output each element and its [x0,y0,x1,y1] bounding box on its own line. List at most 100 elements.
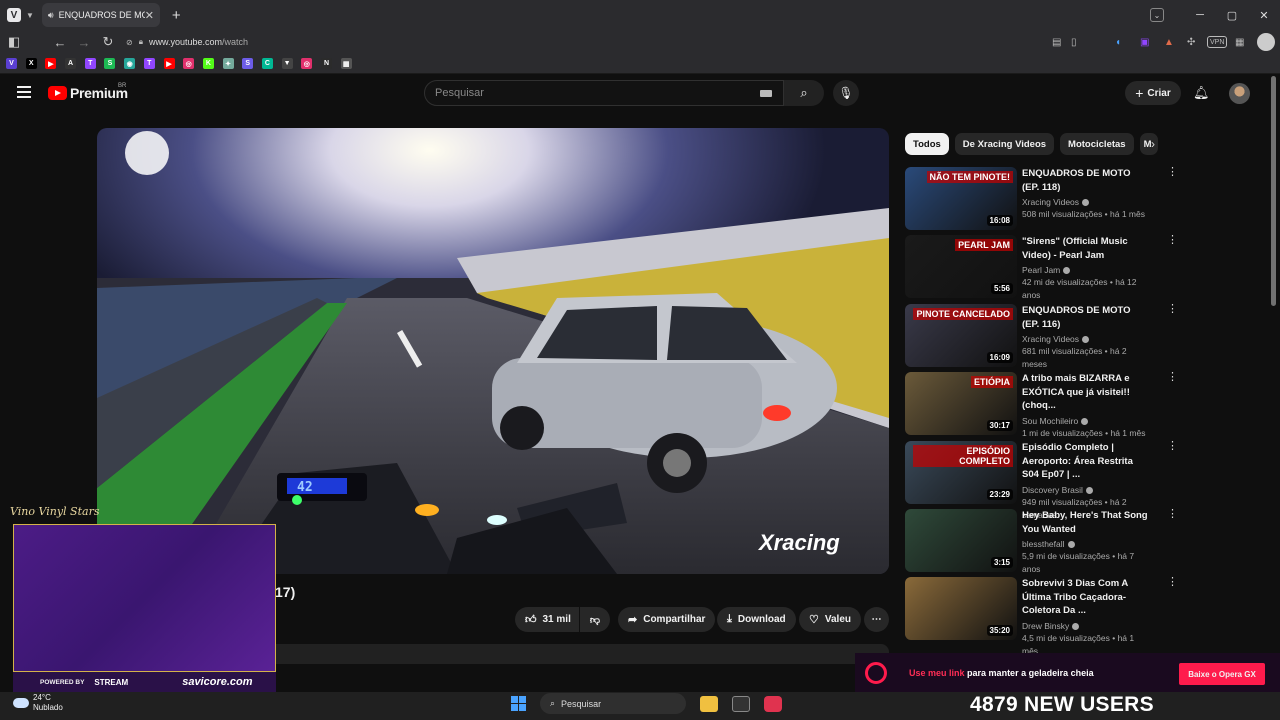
speaker-icon[interactable]: 🔊︎ [48,10,54,21]
new-tab-button[interactable]: + [172,7,181,24]
recommendation-item[interactable]: EPISÓDIO COMPLETO 23:29 Episódio Completo … [905,441,1178,520]
back-icon[interactable]: ← [48,35,72,50]
video-thumbnail[interactable]: PINOTE CANCELADO 16:09 [905,304,1017,367]
channel-name[interactable]: blessthefall [1022,539,1065,549]
panel-toggle-icon[interactable]: ◧ [2,34,26,50]
youtube-icon[interactable]: ▶ [45,58,57,69]
chip-1[interactable]: De Xracing Videos [954,133,1055,155]
channel-name[interactable]: Pearl Jam [1022,265,1060,275]
chip-0[interactable]: Todos [905,133,949,155]
extension-brave-icon[interactable]: ▲ [1164,30,1174,54]
channel-name[interactable]: Sou Mochileiro [1022,416,1078,426]
vivaldi-menu-icon[interactable]: V [7,8,21,22]
download-button[interactable]: ⤓ Download [717,607,796,632]
weather-widget[interactable]: 24°C Nublado [13,693,63,713]
lock-icon[interactable]: 🔒︎ [139,37,143,47]
scrollbar[interactable] [1271,76,1276,306]
s-icon[interactable]: S [242,58,254,69]
channel-name[interactable]: Xracing Videos [1022,334,1079,344]
share-button[interactable]: ➦ Compartilhar [618,607,716,632]
recommendation-item[interactable]: PINOTE CANCELADO 16:09 ENQUADROS DE MOTO (… [905,304,1178,369]
reader-icon[interactable]: ▤ [1052,30,1061,54]
ad-download-button[interactable]: Baixe o Opera GX [1179,663,1265,685]
reload-icon[interactable]: ↻ [96,34,120,50]
forward-icon[interactable]: → [72,35,96,50]
windows-start-icon[interactable] [511,696,526,711]
vivaldi-icon[interactable]: V [6,58,17,69]
recommendation-title[interactable]: ENQUADROS DE MOTO (EP. 116) [1022,304,1150,331]
profile-avatar[interactable] [1257,33,1275,51]
vpn-button[interactable]: VPN [1207,36,1228,48]
extension-twitch-icon[interactable]: ▣ [1140,30,1149,54]
channel-name[interactable]: Drew Binsky [1022,621,1069,631]
twitch-icon[interactable]: T [84,58,96,69]
more-options-icon[interactable]: ⋮ [1167,509,1178,520]
chip-2[interactable]: Motocicletas [1060,133,1134,155]
file-explorer-icon[interactable] [700,695,718,712]
v-icon[interactable]: ▼ [281,58,293,69]
video-thumbnail[interactable]: 35:20 [905,577,1017,640]
more-actions-button[interactable]: ⋯ [864,607,889,632]
minimize-button[interactable]: ─ [1184,9,1216,21]
close-tab-icon[interactable]: ✕ [145,9,154,22]
notion-icon[interactable]: N [321,58,332,69]
youtube2-icon[interactable]: ▶ [163,58,175,69]
video-thumbnail[interactable]: PEARL JAM 5:56 [905,235,1017,298]
recommendation-title[interactable]: Sobrevivi 3 Dias Com A Última Tribo Caça… [1022,577,1150,618]
address-bar[interactable]: ⊘ 🔒︎ www.youtube.com/watch [126,33,1086,51]
taskbar-search[interactable]: ⌕ Pesquisar [540,693,686,714]
channel-name[interactable]: Discovery Brasil [1022,485,1083,495]
vivaldi-taskbar-icon[interactable] [764,695,782,712]
recommendation-title[interactable]: ENQUADROS DE MOTO (EP. 118) [1022,167,1150,194]
video-thumbnail[interactable]: NÃO TEM PINOTE! 16:08 [905,167,1017,230]
account-avatar[interactable] [1229,83,1250,104]
kick-icon[interactable]: K [202,58,214,69]
recommendation-title[interactable]: Hey Baby, Here's That Song You Wanted [1022,509,1150,536]
terminal-icon[interactable] [732,695,750,712]
search-input[interactable]: Pesquisar [424,80,784,106]
close-window-button[interactable]: ✕ [1248,9,1280,22]
recommendation-item[interactable]: PEARL JAM 5:56 "Sirens" (Official Music Vi… [905,235,1178,300]
voice-search-button[interactable]: 🎙︎ [833,80,859,106]
chatgpt-icon[interactable]: ✦ [222,58,234,69]
recommendation-item[interactable]: 35:20 Sobrevivi 3 Dias Com A Última Tribo… [905,577,1178,674]
youtube-logo[interactable]: Premium BR [48,83,128,101]
more-options-icon[interactable]: ⋮ [1167,372,1178,383]
x-icon[interactable]: X [25,58,37,69]
recommendation-title[interactable]: Episódio Completo | Aeroporto: Área Rest… [1022,441,1150,482]
a-icon[interactable]: A [65,58,77,69]
more-options-icon[interactable]: ⋮ [1167,235,1178,246]
maximize-button[interactable]: ▢ [1216,9,1248,22]
create-button[interactable]: + Criar [1125,81,1181,105]
menu-icon[interactable] [17,86,31,98]
twitch2-icon[interactable]: T [143,58,155,69]
bookmark-icon[interactable]: ▯ [1071,30,1077,54]
c-icon[interactable]: C [261,58,273,69]
browser-tab-active[interactable]: 🔊︎ ENQUADROS DE MOTO (EP. 117) - YouTube… [41,3,160,27]
more-options-icon[interactable]: ⋮ [1167,441,1178,452]
more-options-icon[interactable]: ⋮ [1167,304,1178,315]
video-thumbnail[interactable]: EPISÓDIO COMPLETO 23:29 [905,441,1017,504]
more-options-icon[interactable]: ⋮ [1167,577,1178,588]
like-button[interactable]: 👍︎ 31 mil [515,607,579,632]
chevron-right-icon[interactable]: › [1151,137,1155,151]
video-thumbnail[interactable]: 3:15 [905,509,1017,572]
recommendation-item[interactable]: NÃO TEM PINOTE! 16:08 ENQUADROS DE MOTO (E… [905,167,1178,231]
keyboard-icon[interactable] [760,90,772,97]
extension-sound-icon[interactable]: ◖ [1115,30,1121,54]
recommendation-item[interactable]: ETIÓPIA 30:17 A tribo mais BIZARRA e EXÓTI… [905,372,1178,438]
shield-icon[interactable]: ⊘ [126,38,133,47]
grid-icon[interactable]: ▦ [340,58,352,69]
recommendation-title[interactable]: "Sirens" (Official Music Video) - Pearl … [1022,235,1150,262]
dislike-button[interactable]: 👎︎ [579,607,611,632]
instagram-icon[interactable]: ◎ [183,58,195,69]
notifications-icon[interactable]: 🔔︎ [1193,85,1210,101]
instagram2-icon[interactable]: ◎ [301,58,313,69]
recommendation-title[interactable]: A tribo mais BIZARRA e EXÓTICA que já vi… [1022,372,1150,413]
more-options-icon[interactable]: ⋮ [1167,167,1178,178]
chevron-down-icon[interactable]: ▼ [26,11,34,20]
thanks-button[interactable]: ♡ Valeu [799,607,862,632]
recommendation-item[interactable]: 3:15 Hey Baby, Here's That Song You Wante… [905,509,1178,574]
disc-icon[interactable]: ◉ [124,58,136,69]
video-thumbnail[interactable]: ETIÓPIA 30:17 [905,372,1017,435]
